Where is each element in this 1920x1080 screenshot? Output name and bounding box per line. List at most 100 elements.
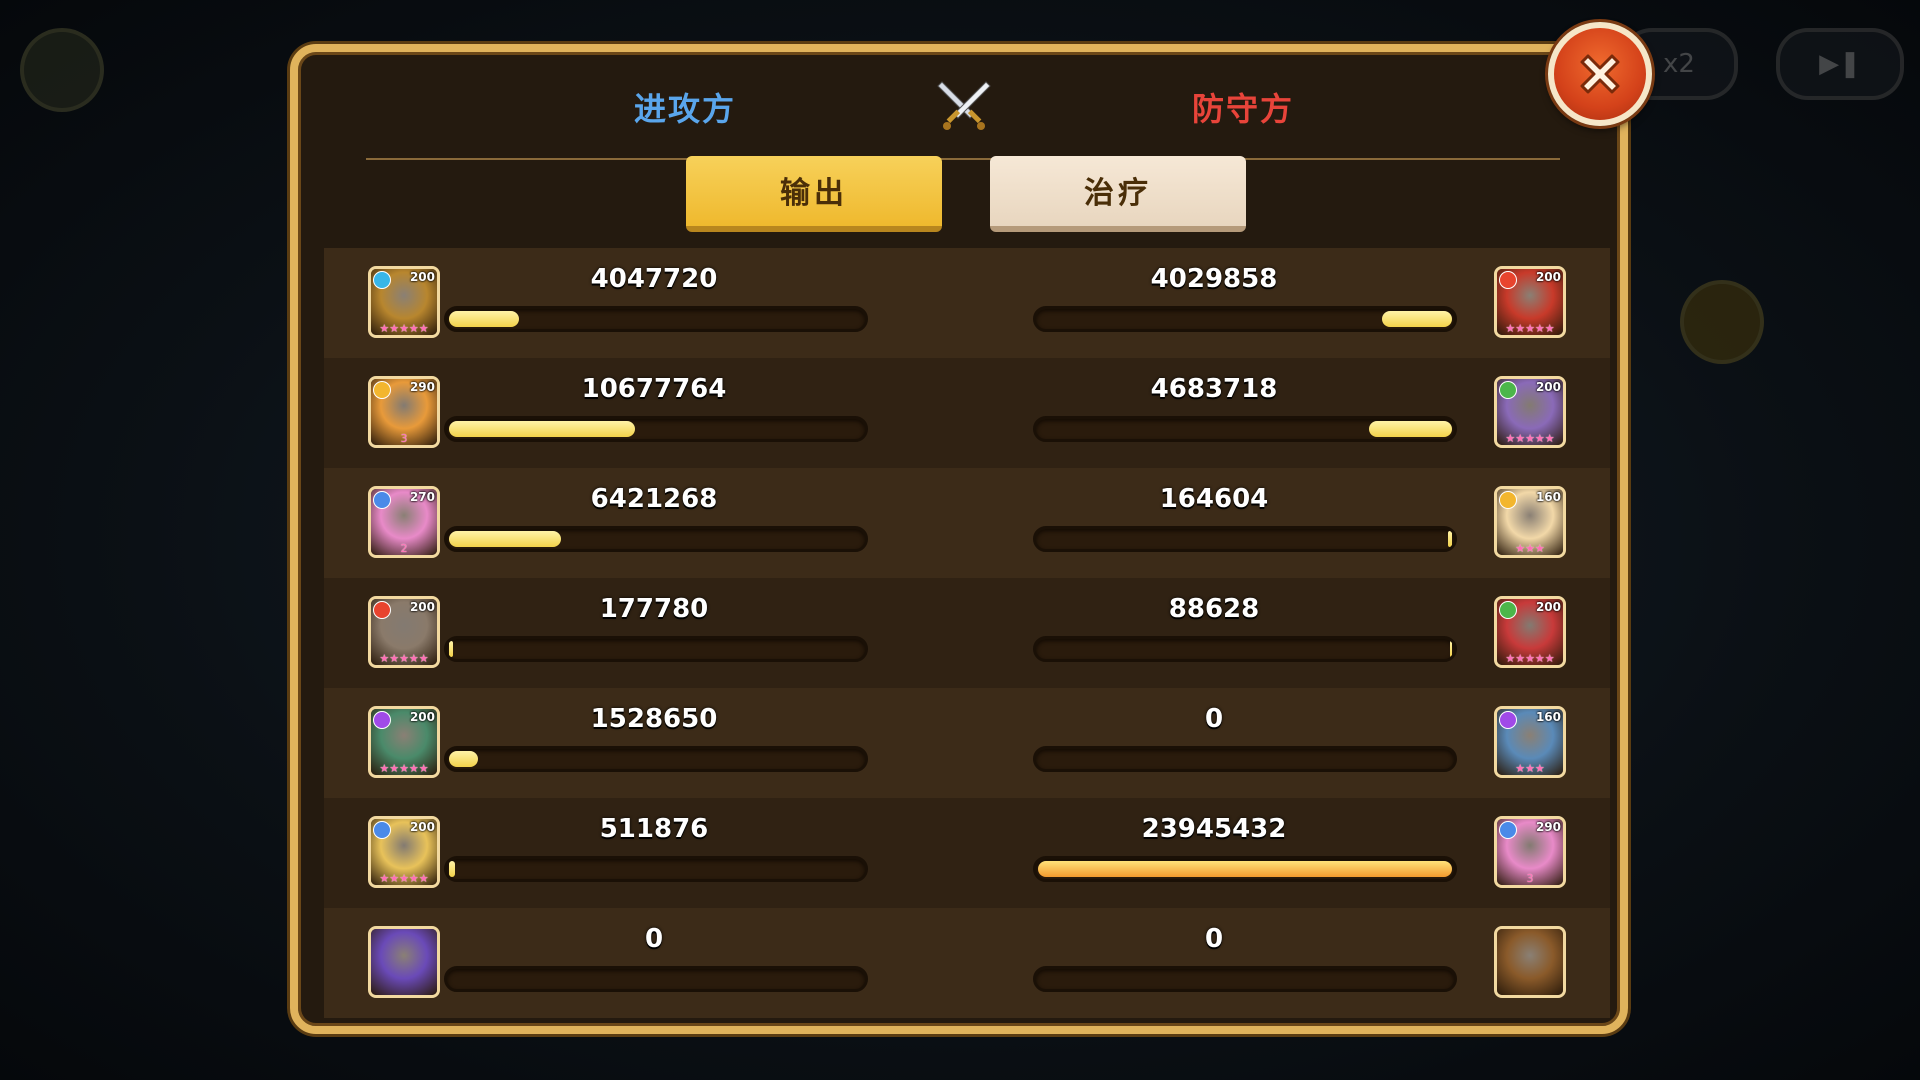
defender-hero-avatar[interactable]: 160 ★★★ [1494,486,1566,558]
hero-level: 200 [1535,600,1561,614]
element-icon [373,601,391,619]
hero-stars: 3 [1526,872,1534,885]
defender-damage-value: 0 [1204,704,1224,734]
element-icon [1499,381,1517,399]
defender-title: 防守方 [1192,90,1295,128]
damage-bar-fill [1450,641,1452,657]
defender-damage-bar [1033,526,1457,552]
stats-row: 290 3 10677764 200 ★★★★★ 4683718 [324,358,1610,468]
damage-bar-fill [449,641,453,657]
element-icon [373,821,391,839]
damage-bar-fill [449,311,519,327]
attacker-damage-value: 10677764 [581,374,727,404]
tab-heal[interactable]: 治疗 [990,156,1246,232]
defender-damage-bar [1033,636,1457,662]
attacker-damage-value: 0 [644,924,664,954]
hero-level: 200 [409,600,435,614]
defender-damage-value: 23945432 [1141,814,1287,844]
attacker-hero-avatar[interactable]: 200 ★★★★★ [368,596,440,668]
attacker-hero-avatar[interactable]: 290 3 [368,376,440,448]
hero-portrait [371,929,437,995]
element-icon [1499,601,1517,619]
defender-damage-value: 0 [1204,924,1224,954]
stats-row: 200 ★★★★★ 1528650 160 ★★★ 0 [324,688,1610,798]
close-button[interactable] [1548,22,1652,126]
element-icon [373,491,391,509]
attacker-damage-bar [444,306,868,332]
damage-bar-fill [1038,861,1452,877]
element-icon [1499,821,1517,839]
skip-icon: ▶❚ [1776,28,1904,100]
hero-stars: 3 [400,432,408,445]
stats-row: 200 ★★★★★ 177780 200 ★★★★★ 88628 [324,578,1610,688]
defender-hero-avatar[interactable] [1494,926,1566,998]
menu-icon [20,28,104,112]
defender-damage-bar [1033,416,1457,442]
damage-bar-fill [449,861,455,877]
hero-stars: ★★★ [1515,762,1545,775]
attacker-hero-avatar[interactable]: 270 2 [368,486,440,558]
defender-hero-avatar[interactable]: 160 ★★★ [1494,706,1566,778]
hero-stars: ★★★★★ [379,762,429,775]
element-icon [1499,271,1517,289]
defender-damage-bar [1033,856,1457,882]
damage-bar-fill [1448,531,1452,547]
attacker-hero-avatar[interactable] [368,926,440,998]
hero-stars: ★★★★★ [379,652,429,665]
attacker-damage-bar [444,526,868,552]
stats-row: 270 2 6421268 160 ★★★ 164604 [324,468,1610,578]
attacker-damage-value: 4047720 [590,264,718,294]
attacker-damage-value: 6421268 [590,484,718,514]
attacker-title: 进攻方 [634,90,737,128]
element-icon [373,271,391,289]
hero-level: 270 [409,490,435,504]
stats-row: 200 ★★★★★ 4047720 200 ★★★★★ 4029858 [324,248,1610,358]
stats-row: 00 [324,908,1610,1018]
damage-bar-fill [449,751,478,767]
hero-stars: ★★★★★ [379,322,429,335]
attacker-damage-bar [444,856,868,882]
defender-damage-value: 88628 [1168,594,1260,624]
element-icon [1499,711,1517,729]
hero-stars: ★★★★★ [1505,322,1555,335]
defender-damage-value: 164604 [1159,484,1269,514]
defender-hero-avatar[interactable]: 200 ★★★★★ [1494,376,1566,448]
hero-level: 290 [1535,820,1561,834]
hero-level: 160 [1535,490,1561,504]
crossed-swords-icon [937,81,991,130]
hero-stars: ★★★★★ [1505,432,1555,445]
defender-damage-bar [1033,746,1457,772]
damage-bar-fill [449,531,561,547]
defender-damage-bar [1033,966,1457,992]
attacker-damage-bar [444,966,868,992]
attacker-hero-avatar[interactable]: 200 ★★★★★ [368,266,440,338]
defender-hero-avatar[interactable]: 200 ★★★★★ [1494,596,1566,668]
stats-table: 200 ★★★★★ 4047720 200 ★★★★★ 4029858 290 3 106777… [324,248,1610,1018]
header-divider [366,158,1560,160]
panel-header: 进攻方 防守方 [298,74,1620,160]
damage-bar-fill [1369,421,1452,437]
attacker-damage-value: 177780 [599,594,709,624]
defender-hero-avatar[interactable]: 200 ★★★★★ [1494,266,1566,338]
element-icon [373,381,391,399]
defender-hero-avatar[interactable]: 290 3 [1494,816,1566,888]
close-icon [1580,54,1620,94]
attacker-hero-avatar[interactable]: 200 ★★★★★ [368,816,440,888]
hero-level: 200 [409,270,435,284]
tab-output[interactable]: 输出 [686,156,942,232]
attacker-hero-avatar[interactable]: 200 ★★★★★ [368,706,440,778]
damage-bar-fill [1382,311,1452,327]
hero-stars: ★★★ [1515,542,1545,555]
list-icon [1680,280,1764,364]
hero-stars: ★★★★★ [1505,652,1555,665]
hero-stars: 2 [400,542,408,555]
hero-level: 160 [1535,710,1561,724]
hero-level: 290 [409,380,435,394]
defender-damage-value: 4683718 [1150,374,1278,404]
hero-level: 200 [409,820,435,834]
element-icon [373,711,391,729]
hero-level: 200 [1535,380,1561,394]
damage-bar-fill [449,421,635,437]
attacker-damage-value: 1528650 [590,704,718,734]
battle-stats-panel: 进攻方 防守方 输出 治疗 200 ★★★★★ 4047720 200 ★★★★★ 402… [290,44,1628,1034]
